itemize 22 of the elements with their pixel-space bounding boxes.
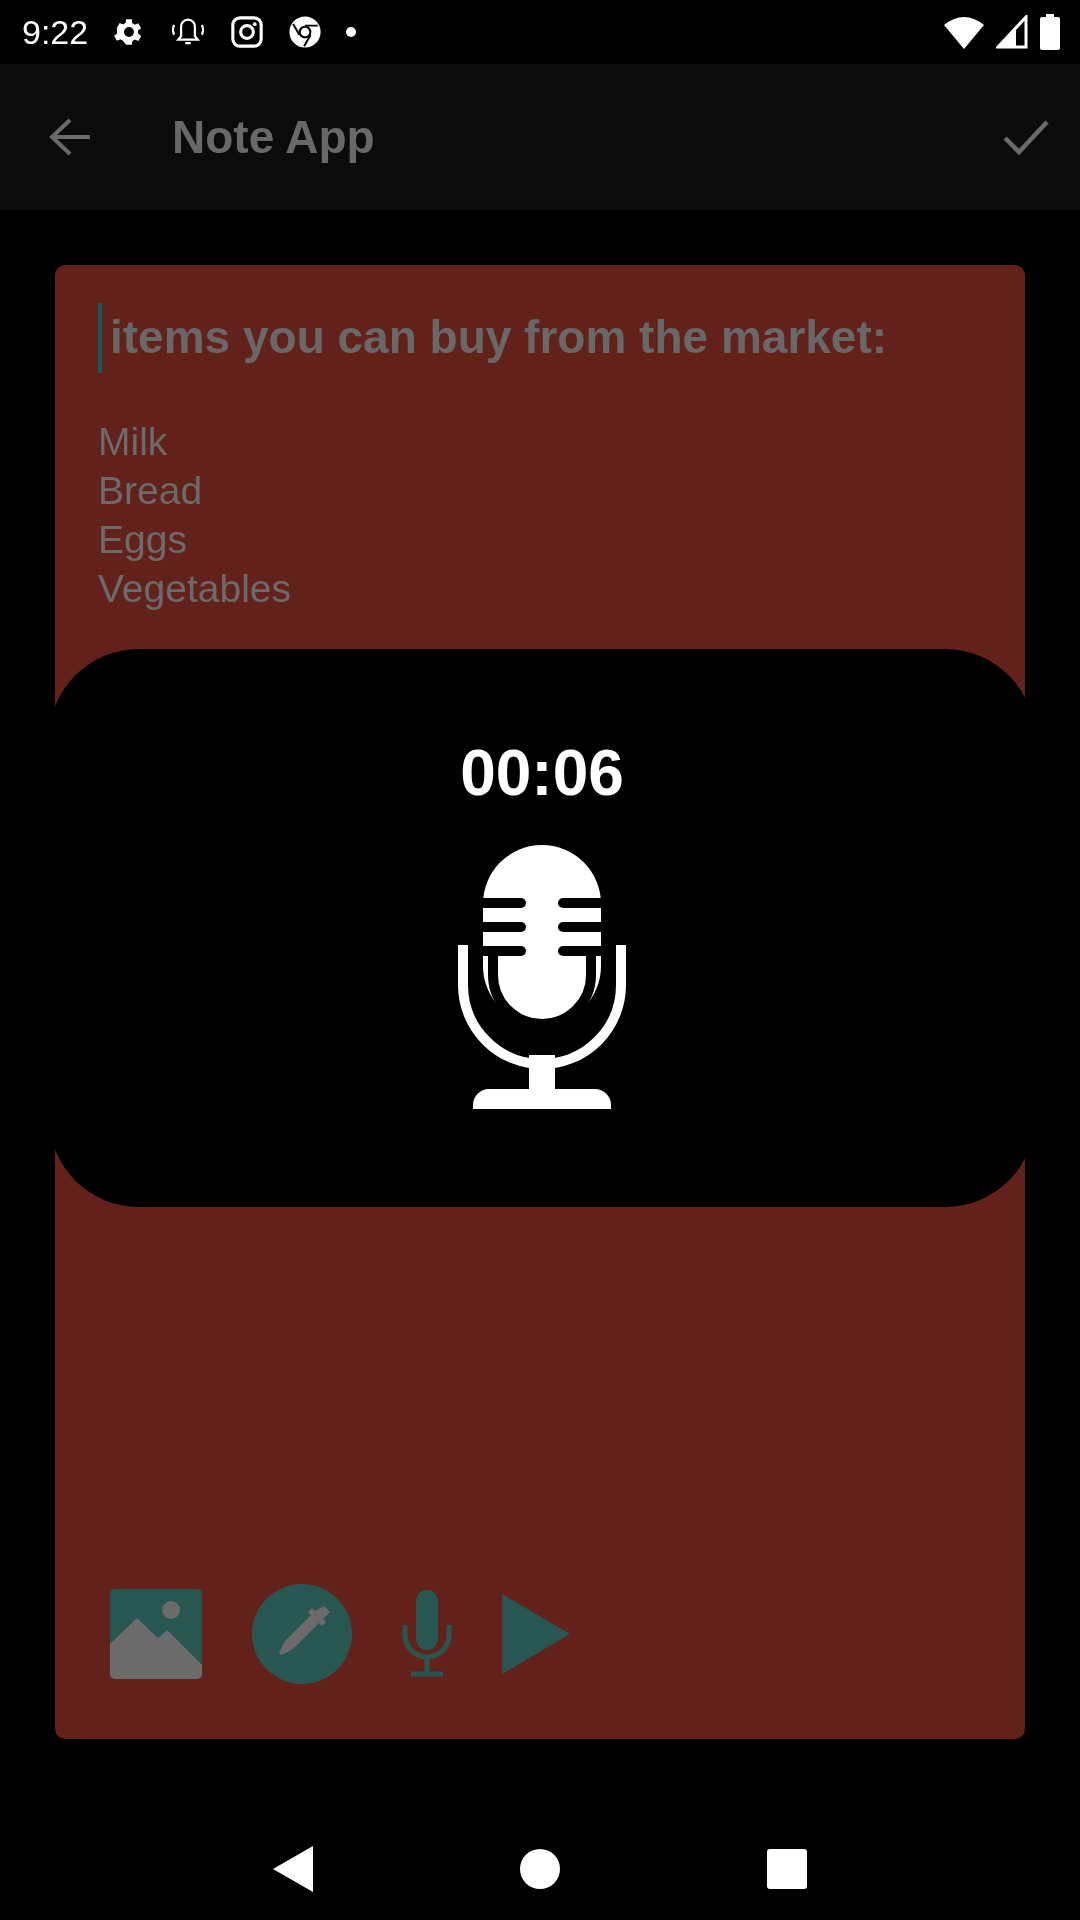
note-title[interactable]: items you can buy from the market: [110,310,888,366]
note-line: Milk [98,419,168,465]
browser-icon [288,15,323,49]
note-line: Vegetables [98,566,291,612]
save-button[interactable] [1002,118,1050,156]
dot-icon [346,27,357,37]
back-button[interactable] [48,117,92,157]
recording-timer: 00:06 [460,736,624,811]
signal-icon [996,15,1028,49]
app-title: Note App [172,109,375,165]
wifi-icon [944,15,984,49]
camera-icon [230,15,265,49]
microphone-icon [457,845,627,1109]
note-line: Bread [98,468,203,514]
recents-button[interactable] [766,1849,807,1889]
battery-icon [1040,14,1060,50]
back-nav-button[interactable] [273,1846,314,1892]
status-time: 9:22 [22,11,89,53]
home-button[interactable] [520,1849,560,1889]
color-picker-button[interactable] [252,1584,352,1684]
text-cursor [98,303,102,373]
note-line: Eggs [98,517,187,563]
